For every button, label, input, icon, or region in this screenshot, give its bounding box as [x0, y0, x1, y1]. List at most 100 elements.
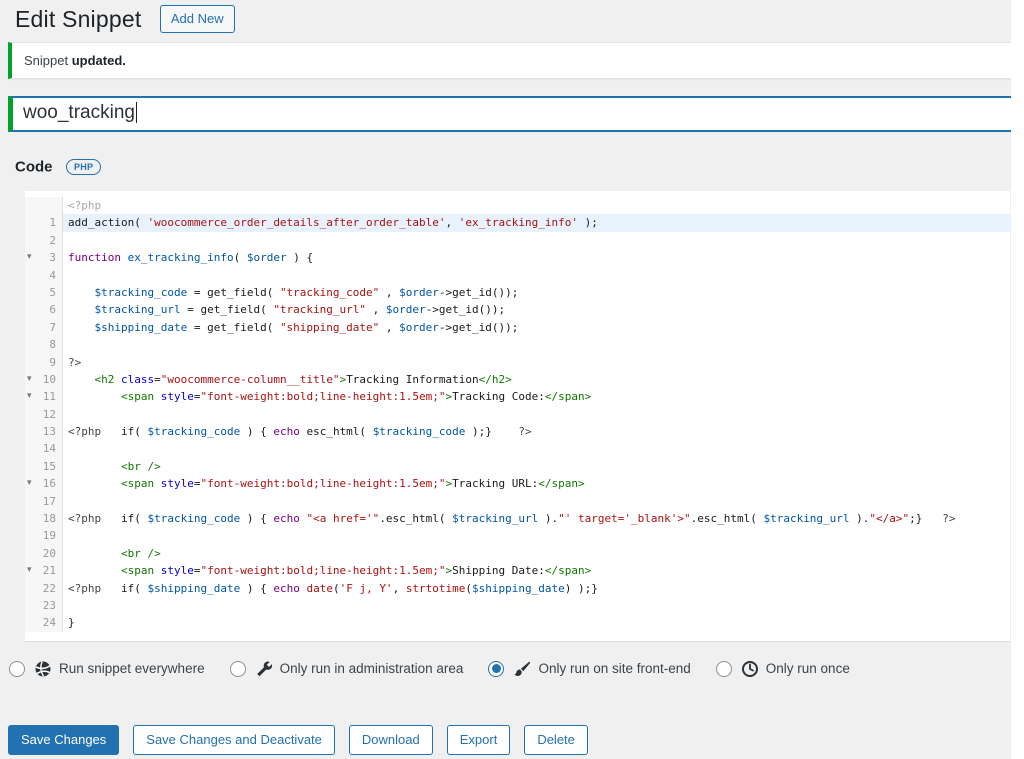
code-line-24[interactable]: 24} [25, 614, 1010, 632]
code-line-content: <span style="font-weight:bold;line-heigh… [120, 477, 585, 491]
code-line-19[interactable]: 19 [25, 527, 1010, 545]
code-line-17[interactable]: 17 [25, 492, 1010, 511]
php-type-badge: PHP [65, 158, 102, 175]
scope-options: Run snippet everywhere Only run in admini… [9, 658, 1024, 680]
line-number-gutter: 1 [25, 214, 63, 232]
code-line-22[interactable]: 22 <?php if( $shipping_date ) { echo date… [25, 579, 1010, 597]
code-line-18[interactable]: 18 <?php if( $tracking_code ) { echo "<a … [25, 510, 1010, 528]
scope-option-2[interactable]: Only run on site front-end [488, 660, 691, 678]
code-line-6[interactable]: 6 $tracking_url = get_field( "tracking_u… [25, 301, 1010, 319]
code-line-2[interactable]: 2 [25, 231, 1010, 250]
scope-option-label: Run snippet everywhere [59, 661, 205, 677]
code-line-13[interactable]: 13 <?php if( $tracking_code ) { echo esc_… [25, 423, 1010, 441]
code-line-5[interactable]: 5 $tracking_code = get_field( "tracking_… [25, 283, 1010, 302]
export-button[interactable]: Export [446, 724, 511, 755]
code-line-content: function ex_tracking_info( $order ) { [68, 251, 314, 265]
code-line-10[interactable]: ▾ 10 <h2 class="woocommerce-column__title… [25, 370, 1010, 389]
notice-text: Snippet [24, 53, 72, 68]
code-prelude-line[interactable]: <?php [25, 197, 1010, 215]
code-line-14[interactable]: 14 [25, 440, 1010, 458]
code-line-content: <?php if( $tracking_code ) { echo "<a hr… [68, 512, 956, 526]
radio-unselected[interactable] [9, 660, 25, 677]
scope-option-label: Only run once [765, 661, 850, 677]
code-line-7[interactable]: 7 $shipping_date = get_field( "shipping_… [25, 318, 1010, 337]
line-number-gutter: 13 [25, 423, 63, 441]
code-line-21[interactable]: ▾ 21 <span style="font-weight:bold;line-h… [25, 562, 1010, 580]
fold-arrow-icon[interactable]: ▾ [27, 249, 32, 266]
page-right-margin [1011, 0, 1024, 759]
code-editor[interactable]: <?php 1 add_action( 'woocommerce_order_det… [25, 191, 1010, 642]
download-button[interactable]: Download [348, 724, 433, 755]
code-line-16[interactable]: ▾ 16 <span style="font-weight:bold;line-h… [25, 475, 1010, 493]
code-line-content: $tracking_url = get_field( "tracking_url… [94, 303, 506, 317]
line-number-gutter: 8 [25, 336, 63, 354]
code-line-20[interactable]: 20 <br /> [25, 544, 1010, 563]
scope-option-label: Only run in administration area [279, 661, 464, 677]
line-number-gutter: 18 [25, 510, 63, 528]
line-number-gutter: 12 [25, 405, 63, 424]
code-line-23[interactable]: 23 [25, 596, 1010, 615]
code-line-15[interactable]: 15 <br /> [25, 457, 1010, 476]
line-number-gutter: ▾ 10 [25, 370, 63, 389]
fold-arrow-icon[interactable]: ▾ [27, 388, 32, 405]
code-line-content: <h2 class="woocommerce-column__title">Tr… [94, 372, 512, 386]
delete-button[interactable]: Delete [524, 724, 588, 755]
brush-icon [513, 660, 531, 678]
line-number-gutter: ▾ 3 [25, 249, 63, 267]
code-line-content [63, 267, 1010, 284]
code-line-content: } [68, 616, 75, 630]
code-line-content: ?> [68, 355, 82, 369]
snippet-title-input[interactable]: woo_tracking [8, 96, 1014, 132]
code-line-4[interactable]: 4 [25, 266, 1010, 284]
line-number-gutter: 4 [25, 266, 63, 284]
code-line-content [63, 336, 1010, 353]
wrench-icon [255, 660, 273, 678]
line-number-gutter: 2 [25, 231, 63, 250]
radio-selected[interactable] [488, 660, 505, 677]
scope-option-1[interactable]: Only run in administration area [229, 660, 464, 678]
fold-arrow-icon[interactable]: ▾ [27, 371, 32, 388]
line-number-gutter: 19 [25, 527, 63, 545]
scope-option-3[interactable]: Only run once [715, 660, 850, 678]
line-number-gutter: ▾ 16 [25, 475, 63, 493]
clock-icon [741, 660, 759, 678]
code-line-content [63, 232, 1010, 249]
code-line-11[interactable]: ▾ 11 <span style="font-weight:bold;line-h… [25, 388, 1010, 406]
snippet-updated-notice: Snippet updated. [8, 42, 1016, 79]
action-buttons: Save Changes Save Changes and Deactivate D… [8, 724, 1024, 755]
scope-option-0[interactable]: Run snippet everywhere [9, 660, 205, 678]
code-line-content [63, 406, 1010, 423]
edit-snippet-page: Edit Snippet Add New Snippet updated. wo… [0, 0, 1024, 755]
radio-unselected[interactable] [715, 660, 732, 677]
add-new-button[interactable]: Add New [159, 5, 235, 33]
scope-option-label: Only run on site front-end [538, 661, 691, 677]
code-line-content: add_action( 'woocommerce_order_details_a… [63, 214, 1010, 232]
globe-icon [34, 660, 52, 678]
line-number-gutter: 15 [25, 457, 63, 476]
code-line-12[interactable]: 12 [25, 405, 1010, 424]
code-line-content: <?php if( $shipping_date ) { echo date('… [68, 581, 598, 595]
line-number-gutter: 5 [25, 283, 63, 302]
fold-arrow-icon[interactable]: ▾ [27, 562, 32, 579]
code-section-label: Code [15, 158, 53, 176]
code-line-content: <br /> [120, 546, 161, 560]
code-line-9[interactable]: 9 ?> [25, 353, 1010, 371]
code-line-3[interactable]: ▾ 3 function ex_tracking_info( $order ) { [25, 249, 1010, 267]
code-line-8[interactable]: 8 [25, 336, 1010, 354]
line-number-gutter: 7 [25, 318, 63, 337]
code-line-content: $shipping_date = get_field( "shipping_da… [94, 320, 519, 334]
code-line-content: <span style="font-weight:bold;line-heigh… [120, 564, 592, 578]
line-number-gutter: 22 [25, 579, 63, 597]
line-number-gutter: 6 [25, 301, 63, 319]
fold-arrow-icon[interactable]: ▾ [27, 475, 32, 492]
save-changes-button[interactable]: Save Changes [8, 724, 120, 755]
code-line-1[interactable]: 1 add_action( 'woocommerce_order_details_… [25, 214, 1010, 232]
code-line-content: <br /> [120, 459, 161, 473]
radio-unselected[interactable] [229, 660, 246, 677]
code-line-content: <?php [68, 199, 102, 212]
notice-text-bold: updated. [71, 53, 126, 68]
snippet-title-value: woo_tracking [23, 102, 135, 123]
code-section-header: Code PHP [15, 158, 1024, 178]
line-number-gutter: 20 [25, 544, 63, 563]
save-changes-deactivate-button[interactable]: Save Changes and Deactivate [133, 724, 335, 755]
